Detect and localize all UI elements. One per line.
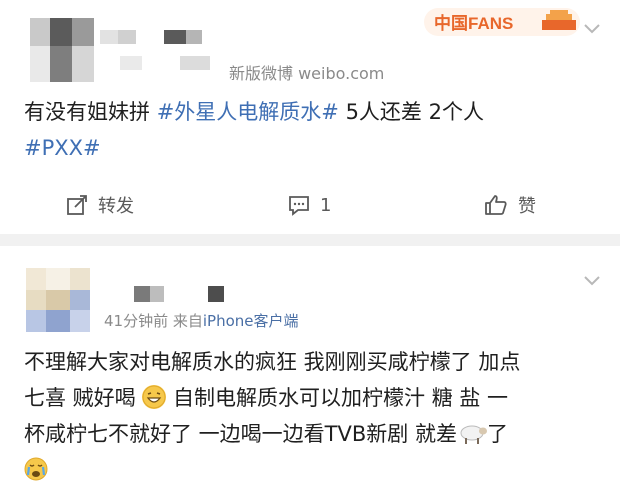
post-text: 了: [486, 422, 508, 446]
chevron-down-icon[interactable]: [584, 270, 600, 291]
source-prefix: 来自: [172, 312, 203, 330]
like-icon: [485, 195, 507, 215]
svg-text:中国FANS: 中国FANS: [434, 13, 513, 33]
repost-label: 转发: [98, 196, 134, 217]
card-divider: [0, 234, 620, 246]
repost-button[interactable]: 转发: [66, 192, 134, 218]
weibo-post-card: 新版微博 weibo.com 中国FANS 有没有姐妹拼 #外星人电解质水# 5…: [0, 0, 620, 234]
post-meta-2: 41分钟前 来自iPhone客户端: [104, 310, 299, 331]
comment-icon: [289, 196, 309, 216]
post-content-2: 不理解大家对电解质水的疯狂 我刚刚买咸柠檬了 加点 七喜 贼好喝 自制电解质水可…: [24, 344, 520, 488]
post-content: 有没有姐妹拼 #外星人电解质水# 5人还差 2个人 #PXX#: [24, 94, 484, 166]
sheep-emoji-icon: [457, 421, 487, 445]
hashtag-link[interactable]: #PXX#: [24, 136, 101, 160]
username-blurred-2: [120, 56, 220, 70]
post-text: 七喜 贼好喝: [24, 386, 143, 410]
comment-count: 1: [320, 194, 332, 216]
post-meta: 新版微博 weibo.com: [229, 64, 385, 83]
repost-icon: [67, 195, 87, 215]
source-link[interactable]: iPhone客户端: [203, 312, 299, 330]
username-blurred[interactable]: [100, 30, 212, 44]
post-time: 41分钟前: [104, 312, 169, 330]
avatar-2[interactable]: [26, 268, 90, 332]
comment-button[interactable]: 1: [288, 192, 331, 218]
post-text: 5人还差 2个人: [338, 100, 484, 124]
post-text: 杯咸柠七不就好了 一边喝一边看TVB新剧 就差: [24, 422, 457, 446]
crying-emoji-icon: [24, 457, 48, 481]
avatar[interactable]: [30, 18, 94, 82]
like-label: 赞: [518, 196, 536, 217]
like-button[interactable]: 赞: [484, 192, 536, 218]
post-text: 自制电解质水可以加柠檬汁 糖 盐 一: [166, 386, 509, 410]
chevron-down-icon[interactable]: [584, 18, 600, 39]
china-fans-badge-icon: 中国FANS: [424, 8, 580, 36]
grin-emoji-icon: [142, 385, 167, 409]
post-line: 不理解大家对电解质水的疯狂 我刚刚买咸柠檬了 加点: [24, 350, 521, 374]
post-text: 有没有姐妹拼: [24, 100, 157, 124]
hashtag-link[interactable]: #外星人电解质水#: [157, 100, 339, 124]
username-blurred-3[interactable]: [134, 286, 234, 302]
